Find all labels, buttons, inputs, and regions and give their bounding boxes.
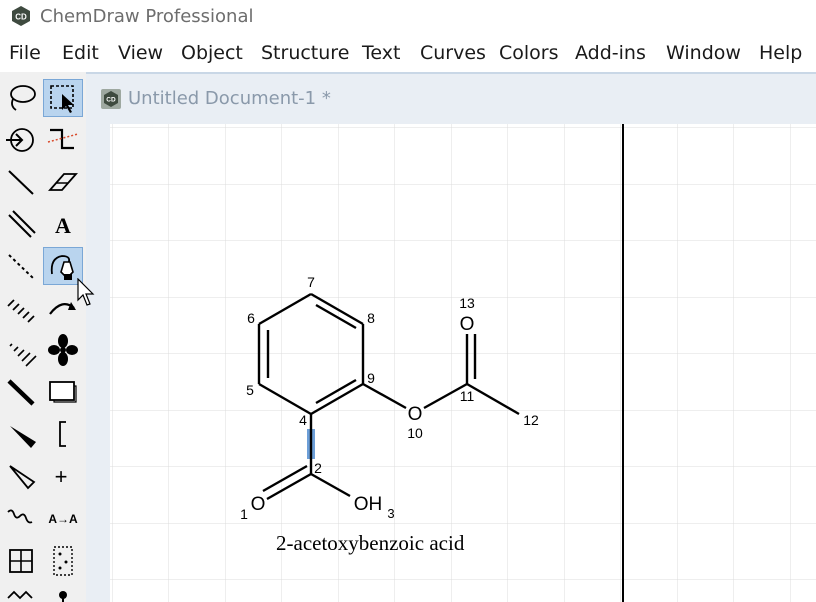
svg-text:CD: CD [106, 97, 116, 104]
menu-object[interactable]: Object [181, 42, 243, 64]
benzene-ring [257, 292, 365, 416]
hashed-bond-icon [7, 299, 35, 323]
lasso-tool[interactable] [2, 80, 40, 116]
atom-map-icon: A→A [48, 512, 78, 526]
menu-add-ins[interactable]: Add-ins [575, 42, 646, 64]
brackets-tool[interactable] [44, 416, 82, 452]
solid-bond-tool[interactable] [2, 164, 40, 200]
bold-bond-icon [7, 379, 35, 406]
dashed-bond-tool[interactable] [2, 248, 40, 284]
atom-number-9: 9 [367, 370, 375, 386]
bold-bond-tool[interactable] [2, 374, 40, 410]
menu-text[interactable]: Text [362, 42, 400, 64]
hashed-wedge-icon [9, 343, 37, 367]
atom-number-6: 6 [247, 310, 255, 326]
atom-number-11: 11 [460, 388, 475, 404]
structure-perspective-tool[interactable] [2, 122, 40, 158]
menu-colors[interactable]: Colors [499, 42, 559, 64]
hollow-wedge-icon [9, 465, 36, 490]
atom-number-1: 1 [240, 506, 248, 522]
mouse-cursor-icon [77, 278, 95, 306]
atom-o-acetyl: O [460, 314, 475, 335]
bracket-icon [59, 421, 66, 447]
drawing-elements-tool[interactable] [44, 374, 82, 410]
tlc-plate-tool[interactable] [44, 542, 82, 578]
wavy-bond-tool[interactable] [2, 500, 40, 536]
menu-bar: File Edit View Object Structure Text Cur… [0, 38, 816, 68]
atom-oh: OH [354, 494, 383, 515]
document-left-ruler [86, 122, 110, 602]
wavy-bond-icon [7, 509, 33, 524]
atom-number-12: 12 [523, 412, 539, 428]
drawing-canvas[interactable]: O OH 3 O O 1 2 3 4 5 6 7 8 9 10 11 12 13… [110, 124, 816, 602]
plus-icon: + [55, 464, 68, 489]
hashed-wedge-tool[interactable] [2, 332, 40, 368]
menu-window[interactable]: Window [666, 42, 741, 64]
menu-help[interactable]: Help [759, 42, 802, 64]
atom-o-ester: O [408, 404, 423, 425]
svg-text:A→A: A→A [48, 512, 78, 526]
atom-number-5: 5 [246, 382, 254, 398]
zigzag-chain-icon [7, 590, 33, 600]
chemdraw-app-icon: CD [12, 6, 30, 26]
molecule-name-caption[interactable]: 2-acetoxybenzoic acid [276, 531, 464, 556]
tlc-plate-icon [53, 546, 73, 576]
wedge-bond-tool[interactable] [2, 416, 40, 452]
atom-number-8: 8 [367, 310, 375, 326]
atom-number-13: 13 [459, 295, 475, 311]
text-a-icon: A [55, 213, 71, 238]
query-tool[interactable] [44, 584, 82, 602]
reaction-atom-mapping-tool[interactable]: A→A [44, 500, 82, 536]
atom-number-2: 2 [314, 460, 322, 476]
fragmentation-icon [47, 128, 79, 150]
marquee-select-icon [50, 85, 74, 113]
wedge-bond-icon [10, 426, 36, 448]
pin-icon [59, 591, 67, 602]
eraser-tool[interactable] [44, 164, 82, 200]
svg-text:+: + [55, 464, 68, 489]
table-icon [9, 549, 33, 573]
text-tool[interactable]: A [44, 206, 82, 242]
lasso-icon [10, 85, 36, 111]
atom-number-10: 10 [407, 425, 423, 441]
document-title: Untitled Document-1 * [128, 88, 331, 109]
orbital-icon [48, 334, 78, 366]
mass-fragmentation-tool[interactable] [44, 122, 82, 158]
chemdraw-doc-icon: CD [101, 89, 121, 109]
window-title: ChemDraw Professional [40, 6, 254, 27]
menu-edit[interactable]: Edit [62, 42, 99, 64]
atom-o-carbonyl: O [251, 494, 266, 515]
table-tool[interactable] [2, 542, 40, 578]
rotate-3d-icon [6, 128, 34, 152]
hashed-bond-tool[interactable] [2, 290, 40, 326]
menu-structure[interactable]: Structure [261, 42, 349, 64]
chemical-symbols-tool[interactable]: + [44, 458, 82, 494]
double-bond-icon [8, 210, 36, 238]
svg-text:A: A [55, 213, 71, 238]
acetoxy-group [362, 334, 520, 416]
solid-bond-icon [8, 170, 34, 195]
svg-text:CD: CD [15, 13, 27, 22]
hollow-wedge-tool[interactable] [2, 458, 40, 494]
title-bar: CD ChemDraw Professional [0, 0, 816, 34]
multiple-bonds-tool[interactable] [2, 206, 40, 242]
eraser-icon [48, 173, 78, 191]
tool-palette: A + A→A [0, 72, 86, 602]
atom-oh-subscript: 3 [387, 506, 394, 521]
menu-curves[interactable]: Curves [420, 42, 486, 64]
atom-number-4: 4 [299, 412, 307, 428]
ring-tool[interactable] [2, 584, 40, 602]
menu-file[interactable]: File [9, 42, 41, 64]
menu-view[interactable]: View [118, 42, 163, 64]
marquee-tool[interactable] [43, 79, 83, 117]
dashed-bond-icon [8, 254, 34, 279]
rectangle-icon [49, 381, 77, 403]
atom-number-7: 7 [307, 274, 315, 290]
orbital-tool[interactable] [44, 332, 82, 368]
